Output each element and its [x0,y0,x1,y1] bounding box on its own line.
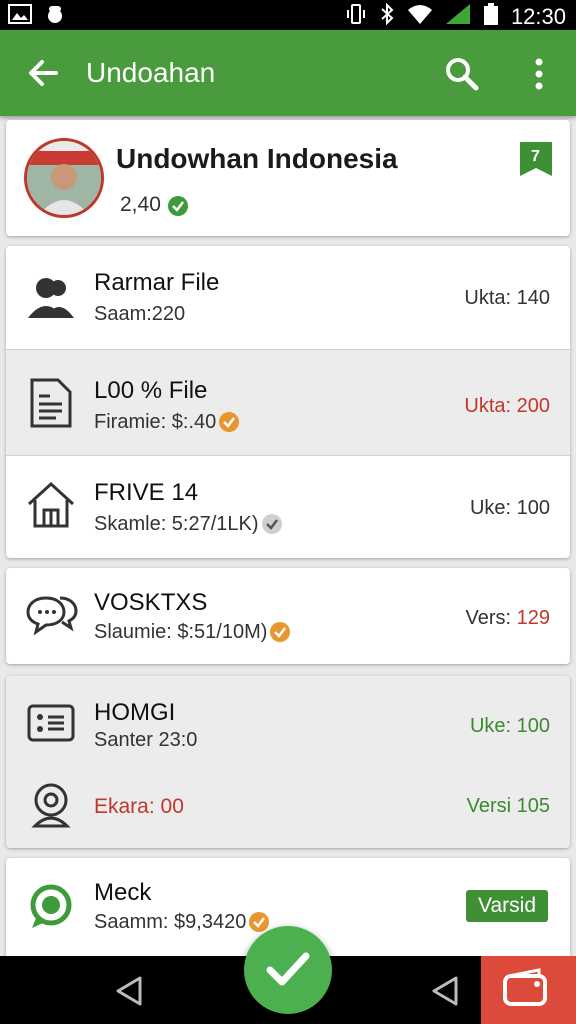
list-item-title: HOMGI [94,699,176,726]
clock: 12:30 [510,3,566,29]
vibrate-icon [345,3,367,30]
list-item-subtitle: Saamm: $9,3420 [94,911,247,933]
gallery-icon [8,3,32,30]
back-arrow-icon[interactable] [24,54,62,92]
bookmark-icon[interactable]: 7 [520,142,552,176]
bookmark-label: 7 [531,148,540,165]
list-item-subtitle-row: Skamle: 5:27/1LK) [94,512,282,536]
version-value: 129 [516,607,550,629]
list-item[interactable]: HOMGI Santer 23:0 Uke: 100 [6,676,570,762]
nav-back-icon[interactable] [428,974,462,1008]
wallet-icon [503,968,549,1013]
list-item-title: VOSKTXS [94,589,208,616]
list-item-title: Meck [94,879,152,906]
app-bar: Undoahan [0,30,576,116]
profile-count-value: 2,40 [120,193,161,216]
list-item-title: FRIVE 14 [94,479,199,506]
list-item-value: Uke: 100 [469,715,550,737]
chat-bubbles-icon [26,590,78,640]
status-bar: 12:30 [0,0,576,30]
webcam-icon [26,780,76,830]
list-item-subtitle: Saam:220 [94,303,186,325]
list-item-value: Uke: 100 [469,497,550,519]
confirm-fab-button[interactable] [244,926,332,1014]
orange-check-icon [249,912,270,932]
profile-name: Undowhan Indonesia [116,143,398,174]
list-item-card: HOMGI Santer 23:0 Uke: 100 Ekara: 00 Ver… [6,676,570,848]
list-item[interactable]: FRIVE 14 Skamle: 5:27/1LK) Uke: 100 [6,456,570,558]
list-item[interactable]: L00 % File Firamie: $:.40 Ukta: 200 [6,350,570,456]
page-title: Undoahan [86,57,216,88]
profile-count: 2,40 [120,192,188,218]
battery-icon [483,3,499,30]
wallet-button[interactable] [481,956,576,1024]
list-item-title: L00 % File [94,377,208,404]
list-item-subtitle: Skamle: 5:27/1LK) [94,513,259,535]
more-vertical-icon[interactable] [526,54,552,94]
list-item[interactable]: Ekara: 00 Versi 105 [6,762,570,848]
wifi-icon [407,3,433,30]
list-item-subtitle-row: Saamm: $9,3420 [94,910,270,934]
list-item-value: Vers: 129 [465,606,550,630]
user-group-icon [26,272,76,322]
search-icon[interactable] [444,56,480,92]
document-icon [26,378,76,428]
version-badge[interactable]: Varsid [466,890,548,922]
list-item-title: Rarmar File [94,269,220,296]
verified-check-icon [167,195,188,216]
id-card-icon [26,700,76,750]
bluetooth-icon [379,2,395,30]
nav-back-icon[interactable] [112,974,146,1008]
avatar [24,138,104,218]
list-item-subtitle: Santer 23:0 [94,729,198,751]
profile-card[interactable]: Undowhan Indonesia 2,40 7 [6,120,570,236]
list-item-value: Ukta: 200 [464,395,550,417]
list-item-subtitle: Firamie: $:.40 [94,411,217,433]
file-list-card: Rarmar File Saam:220 Ukta: 140 L00 % Fil… [6,246,570,558]
chef-icon [44,3,66,30]
house-icon [26,480,76,530]
list-item[interactable]: Rarmar File Saam:220 Ukta: 140 [6,246,570,350]
list-item-subtitle: Slaumie: $:51/10M) [94,621,268,643]
list-item-value: Versi 105 [466,795,550,817]
version-label: Vers: [465,607,512,629]
grey-check-icon [261,514,282,534]
check-icon [266,950,310,995]
signal-icon [445,3,471,30]
list-item-subtitle-row: Firamie: $:.40 [94,410,240,434]
list-item-card[interactable]: VOSKTXS Slaumie: $:51/10M) Vers: 129 [6,568,570,664]
orange-check-icon [219,412,240,432]
list-item-title: Ekara: 00 [94,795,184,818]
orange-check-icon [270,622,291,642]
list-item-subtitle-row: Slaumie: $:51/10M) [94,620,291,644]
list-item-value: Ukta: 140 [464,287,550,309]
whatsapp-icon [26,882,76,932]
